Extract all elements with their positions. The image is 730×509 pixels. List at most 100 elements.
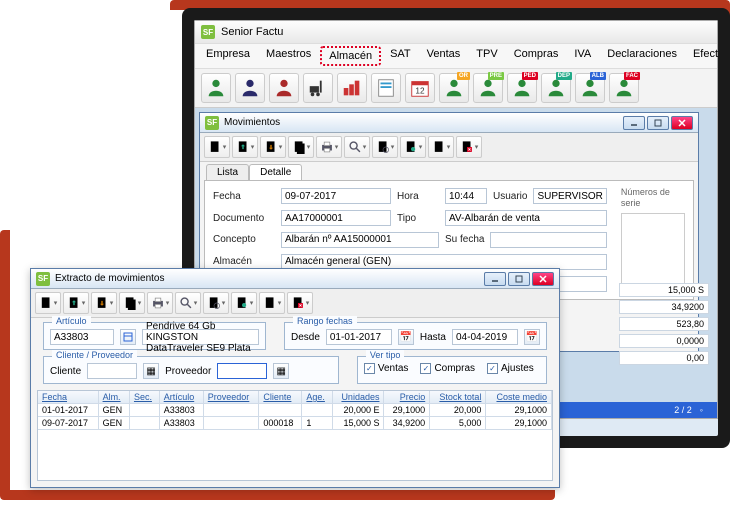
menu-tpv[interactable]: TPV — [469, 46, 504, 66]
tool-copy[interactable]: ▾ — [119, 292, 145, 314]
group-ver-tipo: Ver tipo ✓Ventas ✓Compras ✓Ajustes — [357, 356, 547, 384]
field-fecha[interactable]: 09-07-2017 — [281, 188, 391, 204]
minimize-button[interactable] — [484, 272, 506, 286]
tool-search[interactable]: ▾ — [344, 136, 370, 158]
tool-filter[interactable]: ▾ — [372, 136, 398, 158]
close-button[interactable] — [671, 116, 693, 130]
tool-options[interactable]: ▾ — [428, 136, 454, 158]
label-cliente: Cliente — [50, 366, 81, 377]
close-button[interactable] — [532, 272, 554, 286]
menu-declaraciones[interactable]: Declaraciones — [600, 46, 684, 66]
app-icon: SF — [201, 25, 215, 39]
tool-filter[interactable]: ▾ — [203, 292, 229, 314]
label-usuario: Usuario — [493, 191, 527, 202]
ribbon-btn-3[interactable] — [303, 73, 333, 103]
tool-print[interactable]: ▾ — [316, 136, 342, 158]
menu-maestros[interactable]: Maestros — [259, 46, 318, 66]
tool-export[interactable]: ▾ — [91, 292, 117, 314]
picker-desde[interactable]: 📅 — [398, 329, 414, 345]
menu-almacén[interactable]: Almacén — [320, 46, 381, 66]
input-cliente[interactable] — [87, 363, 137, 379]
ribbon-btn-11[interactable]: ALB — [575, 73, 605, 103]
ribbon-btn-8[interactable]: PRE — [473, 73, 503, 103]
ribbon-btn-4[interactable] — [337, 73, 367, 103]
check-ajustes[interactable]: ✓ — [487, 363, 498, 374]
col-10[interactable]: Coste medio — [486, 391, 552, 404]
menu-compras[interactable]: Compras — [507, 46, 566, 66]
ribbon-btn-12[interactable]: FAC — [609, 73, 639, 103]
tool-copy[interactable]: ▾ — [288, 136, 314, 158]
app-icon: SF — [36, 272, 50, 286]
tool-delete[interactable]: ▾ — [287, 292, 313, 314]
tool-import[interactable]: ▾ — [63, 292, 89, 314]
ribbon-btn-9[interactable]: PED — [507, 73, 537, 103]
window-title: Extracto de movimientos — [55, 273, 165, 284]
ribbon-btn-0[interactable] — [201, 73, 231, 103]
app-titlebar: SF Senior Factu — [195, 21, 717, 43]
maximize-button[interactable] — [508, 272, 530, 286]
field-documento[interactable]: AA17000001 — [281, 210, 391, 226]
col-1[interactable]: Alm. — [98, 391, 129, 404]
input-desde[interactable]: 01-01-2017 — [326, 329, 392, 345]
menu-ventas[interactable]: Ventas — [420, 46, 468, 66]
input-hasta[interactable]: 04-04-2019 — [452, 329, 518, 345]
ribbon-btn-2[interactable] — [269, 73, 299, 103]
label-documento: Documento — [213, 213, 275, 224]
field-usuario[interactable]: SUPERVISOR — [533, 188, 606, 204]
tool-delete[interactable]: ▾ — [456, 136, 482, 158]
tool-new[interactable]: ▾ — [204, 136, 230, 158]
serial-list[interactable] — [621, 213, 685, 293]
tab-lista[interactable]: Lista — [206, 164, 249, 180]
field-tipo[interactable]: AV-Albarán de venta — [445, 210, 607, 226]
col-7[interactable]: Unidades — [332, 391, 384, 404]
result-grid[interactable]: FechaAlm.Sec.ArtículoProveedorClienteAge… — [37, 390, 553, 481]
picker-articulo[interactable] — [120, 329, 136, 345]
tool-search[interactable]: ▾ — [175, 292, 201, 314]
summary-value: 15,000 S — [619, 283, 709, 297]
col-6[interactable]: Age. — [302, 391, 332, 404]
minimize-button[interactable] — [623, 116, 645, 130]
check-compras[interactable]: ✓ — [420, 363, 431, 374]
input-articulo-code[interactable]: A33803 — [50, 329, 114, 345]
col-2[interactable]: Sec. — [129, 391, 159, 404]
tool-print[interactable]: ▾ — [147, 292, 173, 314]
col-9[interactable]: Stock total — [430, 391, 486, 404]
tool-new[interactable]: ▾ — [35, 292, 61, 314]
tool-options[interactable]: ▾ — [259, 292, 285, 314]
table-row[interactable]: 09-07-2017GENA33803000018115,000 S34,920… — [38, 417, 552, 430]
col-5[interactable]: Cliente — [259, 391, 302, 404]
menu-iva[interactable]: IVA — [567, 46, 598, 66]
ribbon-btn-6[interactable]: 12 — [405, 73, 435, 103]
col-4[interactable]: Proveedor — [203, 391, 259, 404]
picker-hasta[interactable]: 📅 — [524, 329, 540, 345]
ribbon-btn-5[interactable] — [371, 73, 401, 103]
table-row[interactable]: 01-01-2017GENA3380320,000 E29,100020,000… — [38, 404, 552, 417]
label-numeros-serie: Números de serie — [621, 187, 670, 208]
field-sufecha[interactable] — [490, 232, 606, 248]
menu-efectos[interactable]: Efectos — [686, 46, 718, 66]
tool-save[interactable]: ▾ — [231, 292, 257, 314]
ribbon-btn-7[interactable]: OR — [439, 73, 469, 103]
input-proveedor[interactable] — [217, 363, 267, 379]
menu-sat[interactable]: SAT — [383, 46, 418, 66]
menu-empresa[interactable]: Empresa — [199, 46, 257, 66]
movimientos-titlebar[interactable]: SF Movimientos — [200, 113, 698, 133]
input-articulo-desc[interactable]: Pendrive 64 Gb KINGSTON DataTraveler SE9… — [142, 329, 259, 345]
maximize-button[interactable] — [647, 116, 669, 130]
col-0[interactable]: Fecha — [38, 391, 98, 404]
ribbon-btn-10[interactable]: DEP — [541, 73, 571, 103]
tool-import[interactable]: ▾ — [232, 136, 258, 158]
tab-detalle[interactable]: Detalle — [249, 164, 302, 180]
extracto-titlebar[interactable]: SF Extracto de movimientos — [31, 269, 559, 289]
col-8[interactable]: Precio — [384, 391, 430, 404]
picker-proveedor[interactable]: ▦ — [273, 363, 289, 379]
picker-cliente[interactable]: ▦ — [143, 363, 159, 379]
tool-export[interactable]: ▾ — [260, 136, 286, 158]
check-ventas[interactable]: ✓ — [364, 363, 375, 374]
summary-value: 0,00 — [619, 351, 709, 365]
col-3[interactable]: Artículo — [159, 391, 203, 404]
ribbon-btn-1[interactable] — [235, 73, 265, 103]
field-hora[interactable]: 10:44 — [445, 188, 487, 204]
tool-save[interactable]: ▾ — [400, 136, 426, 158]
field-concepto[interactable]: Albarán nº AA15000001 — [281, 232, 439, 248]
